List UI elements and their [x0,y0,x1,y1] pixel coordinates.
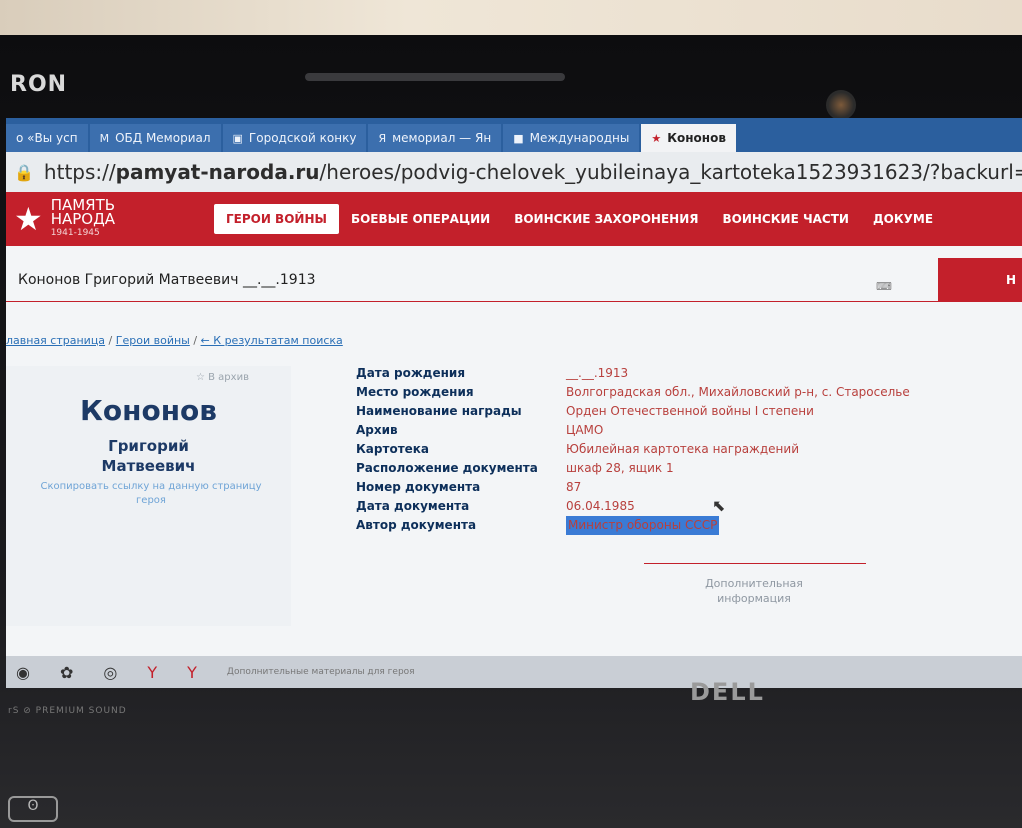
nav-operations[interactable]: БОЕВЫЕ ОПЕРАЦИИ [339,192,502,246]
detail-row: Номер документа 87 [356,478,1021,497]
detail-label: Картотека [356,442,430,456]
tab-obd[interactable]: Ⅿ ОБД Мемориал [89,124,221,152]
detail-label: Автор документа [356,518,477,532]
site-header: ★ ПАМЯТЬ НАРОДА 1941-1945 ГЕРОИ ВОЙНЫ БО… [6,192,1022,246]
nav-units[interactable]: ВОИНСКИЕ ЧАСТИ [710,192,861,246]
url-prefix: https:// [43,160,116,184]
search-button[interactable]: Н [938,258,1022,302]
details-table: Дата рождения __.__.1913 Место рождения Во… [356,364,1021,535]
divider [644,563,866,564]
detail-value: 87 [566,480,582,494]
detail-row: Расположение документа шкаф 28, ящик 1 [356,459,1021,478]
tab-label: о «Вы усп [16,131,78,145]
pdf-icon: ▣ [232,131,243,145]
memorial-icon: Ⅿ [99,131,110,145]
logo-line2: НАРОДА [50,210,116,228]
taskbar-hint: Дополнительные материалы для героя [226,667,415,677]
more-info-link[interactable]: Дополнительная информация [674,576,834,606]
copy-link[interactable]: Скопировать ссылку на данную страницу ге… [26,480,276,508]
detail-label: Архив [356,423,398,437]
tab-yandex[interactable]: Ямемориал — Ян [368,124,502,152]
yandex-browser-icon[interactable]: Y [147,663,157,682]
detail-value-selected[interactable]: Министр обороны СССР [566,516,720,535]
star-icon: ★ [651,131,662,145]
nav-documents[interactable]: ДОКУМЕ [861,192,945,246]
nav-burials[interactable]: ВОИНСКИЕ ЗАХОРОНЕНИЯ [502,192,710,246]
detail-value: 06.04.1985 [566,499,635,513]
breadcrumb-sep: / [189,334,201,347]
hero-given-names: Григорий Матвеевич [6,436,291,476]
screen: о «Вы усп Ⅿ ОБД Мемориал ▣ Городской конку… [6,118,1022,688]
lock-icon: 🔒 [14,162,34,182]
url-text[interactable]: https://pamyat-naroda.ru/heroes/podvig-c… [44,160,1022,184]
detail-value: ЦАМО [566,423,604,437]
detail-row: Архив ЦАМО [356,421,1021,440]
tab-label: Международны [529,131,630,145]
detail-value: __.__.1913 [566,366,629,380]
webcam-bar [305,73,565,81]
breadcrumb-home[interactable]: лавная страница [6,334,105,347]
breadcrumb-heroes[interactable]: Герои войны [116,334,190,347]
search-input[interactable] [6,258,940,302]
mouse-cursor-icon: ⬉ [712,496,726,515]
tab-label: Городской конку [248,131,357,145]
tab-label: Кононов [667,131,726,145]
hero-given-name: Григорий [108,437,189,455]
address-bar[interactable]: 🔒 https://pamyat-naroda.ru/heroes/podvig… [6,152,1022,192]
breadcrumb-sep: / [105,334,116,347]
detail-label: Расположение документа [356,461,538,475]
laptop-brand: RON [10,72,68,97]
hero-surname: Кононов [79,394,217,427]
detail-label: Место рождения [356,385,474,399]
webcam-icon [826,90,856,120]
tab-bar: о «Вы усп Ⅿ ОБД Мемориал ▣ Городской конку… [6,118,1022,152]
archive-button[interactable]: ☆ В архив [196,372,249,383]
back-to-results-link[interactable]: ← К результатам поиска [201,334,343,347]
taskbar-app-icon[interactable]: ◎ [103,663,117,682]
detail-value: Волгоградская обл., Михайловский р-н, с.… [566,385,910,399]
hero-card: ☆ В архив Кононов Григорий Матвеевич Ско… [6,366,291,626]
camera-lens-icon: ʘ [8,796,58,822]
taskbar-app-icon[interactable]: ✿ [60,663,73,682]
main-nav: ГЕРОИ ВОЙНЫ БОЕВЫЕ ОПЕРАЦИИ ВОИНСКИЕ ЗАХ… [214,192,945,246]
url-path: /heroes/podvig-chelovek_yubileinaya_kart… [319,160,1022,184]
site-logo[interactable]: ★ ПАМЯТЬ НАРОДА 1941-1945 [6,198,214,240]
detail-value: шкаф 28, ящик 1 [566,461,674,475]
nav-heroes[interactable]: ГЕРОИ ВОЙНЫ [214,204,339,234]
detail-row: Дата документа 06.04.1985 [356,497,1021,516]
detail-row: Место рождения Волгоградская обл., Михайл… [356,383,1021,402]
detail-value: Орден Отечественной войны I степени [566,404,814,418]
detail-label: Номер документа [356,480,481,494]
logo-years: 1941-1945 [50,228,100,238]
tab-1[interactable]: о «Вы усп [6,124,88,152]
url-domain: pamyat-naroda.ru [115,160,320,184]
yandex-icon: Я [378,131,387,145]
detail-row: Картотека Юбилейная картотека награждений [356,440,1021,459]
detail-label: Дата рождения [356,366,466,380]
site-icon: ■ [513,131,524,145]
detail-row: Автор документа Министр обороны СССР [356,516,1021,535]
search-area [6,258,1022,302]
premium-sound-label: rS ⊘ PREMIUM SOUND [8,706,127,716]
dell-logo: DELL [690,678,765,706]
start-icon[interactable]: ◉ [16,663,30,682]
keyboard-icon[interactable]: ⌨ [876,280,892,293]
detail-label: Дата документа [356,499,470,513]
tab-label: мемориал — Ян [392,131,492,145]
tab-active[interactable]: ★ Кононов [641,124,736,152]
detail-label: Наименование награды [356,404,522,418]
tab-intl[interactable]: ■ Международны [503,124,640,152]
yandex-browser-icon[interactable]: Y [187,663,197,682]
tab-label: ОБД Мемориал [115,131,211,145]
hero-patronymic: Матвеевич [101,457,196,475]
detail-value: Юбилейная картотека награждений [566,442,799,456]
detail-row: Дата рождения __.__.1913 [356,364,1021,383]
detail-row: Наименование награды Орден Отечественной … [356,402,1021,421]
taskbar: ◉ ✿ ◎ Y Y Дополнительные материалы для г… [6,656,1022,688]
logo-star-icon: ★ [14,200,43,238]
breadcrumb: лавная страница / Герои войны / ← К резу… [6,334,343,347]
tab-pdf[interactable]: ▣ Городской конку [222,124,367,152]
logo-text: ПАМЯТЬ НАРОДА 1941-1945 [51,198,115,240]
